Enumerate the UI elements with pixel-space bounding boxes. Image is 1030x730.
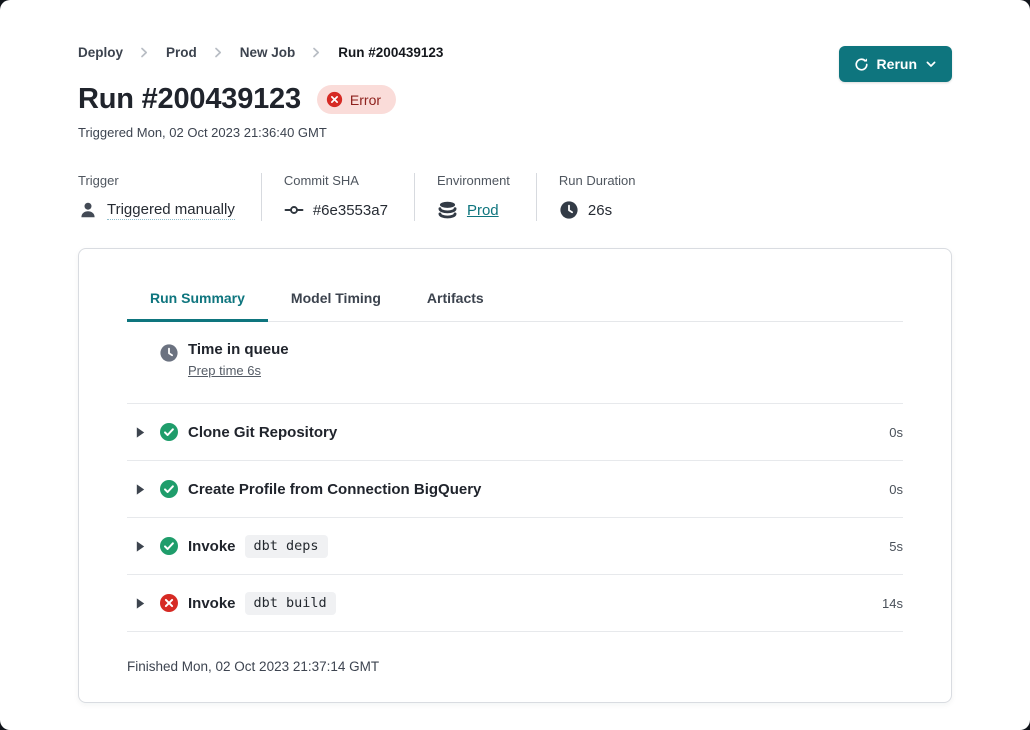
step-row-dbt-deps[interactable]: Invoke dbt deps 5s — [127, 518, 903, 575]
run-summary-card: Run Summary Model Timing Artifacts Time … — [78, 248, 952, 703]
command-chip: dbt deps — [245, 535, 328, 558]
tab-artifacts[interactable]: Artifacts — [404, 290, 507, 322]
breadcrumb-new-job[interactable]: New Job — [240, 45, 296, 60]
step-row-dbt-build[interactable]: Invoke dbt build 14s — [127, 575, 903, 632]
clock-icon — [159, 341, 179, 368]
refresh-icon — [854, 57, 869, 72]
status-badge-label: Error — [350, 92, 381, 108]
page-title: Run #200439123 — [78, 83, 301, 116]
trigger-value[interactable]: Triggered manually — [107, 201, 235, 220]
tab-run-summary[interactable]: Run Summary — [127, 290, 268, 322]
breadcrumb: Deploy Prod New Job Run #200439123 — [78, 45, 952, 60]
step-duration: 5s — [889, 539, 903, 554]
status-badge: Error — [317, 85, 396, 114]
chevron-right-icon — [312, 47, 321, 58]
step-title: Invoke — [188, 538, 236, 555]
git-commit-icon — [284, 200, 304, 220]
chevron-down-icon — [925, 58, 937, 70]
expand-caret-icon[interactable] — [135, 597, 149, 610]
success-icon — [159, 479, 179, 499]
error-circle-icon — [326, 91, 343, 108]
clock-icon — [559, 200, 579, 220]
person-icon — [78, 200, 98, 220]
expand-caret-icon[interactable] — [135, 483, 149, 496]
step-duration: 0s — [889, 482, 903, 497]
step-row-clone-git[interactable]: Clone Git Repository 0s — [127, 404, 903, 461]
chevron-right-icon — [140, 47, 149, 58]
meta-label: Commit SHA — [284, 173, 388, 188]
meta-run-duration: Run Duration 26s — [559, 173, 662, 221]
breadcrumb-prod[interactable]: Prod — [166, 45, 197, 60]
step-title: Create Profile from Connection BigQuery — [188, 481, 481, 498]
meta-commit-sha: Commit SHA #6e3553a7 — [284, 173, 415, 221]
meta-label: Environment — [437, 173, 510, 188]
rerun-button-label: Rerun — [877, 56, 917, 72]
tab-model-timing[interactable]: Model Timing — [268, 290, 404, 322]
success-icon — [159, 422, 179, 442]
meta-environment: Environment Prod — [437, 173, 537, 221]
environment-link[interactable]: Prod — [467, 202, 499, 219]
meta-trigger: Trigger Triggered manually — [78, 173, 262, 221]
run-duration-value: 26s — [588, 202, 612, 219]
step-duration: 14s — [882, 596, 903, 611]
commit-sha-value: #6e3553a7 — [313, 202, 388, 219]
meta-label: Trigger — [78, 173, 235, 188]
triggered-timestamp: Triggered Mon, 02 Oct 2023 21:36:40 GMT — [78, 125, 952, 140]
breadcrumb-current-run: Run #200439123 — [338, 45, 443, 60]
expand-caret-icon[interactable] — [135, 426, 149, 439]
step-title: Invoke — [188, 595, 236, 612]
queue-title: Time in queue — [188, 341, 289, 358]
app-window: Deploy Prod New Job Run #200439123 Run #… — [0, 0, 1030, 730]
step-title: Clone Git Repository — [188, 424, 337, 441]
finished-timestamp: Finished Mon, 02 Oct 2023 21:37:14 GMT — [127, 632, 903, 674]
prep-time-link[interactable]: Prep time 6s — [188, 363, 261, 378]
rerun-button[interactable]: Rerun — [839, 46, 952, 82]
command-chip: dbt build — [245, 592, 336, 615]
chevron-right-icon — [214, 47, 223, 58]
error-icon — [159, 593, 179, 613]
queue-row: Time in queue Prep time 6s — [127, 322, 903, 404]
meta-label: Run Duration — [559, 173, 636, 188]
breadcrumb-deploy[interactable]: Deploy — [78, 45, 123, 60]
step-duration: 0s — [889, 425, 903, 440]
step-row-create-profile[interactable]: Create Profile from Connection BigQuery … — [127, 461, 903, 518]
database-icon — [437, 200, 458, 221]
expand-caret-icon[interactable] — [135, 540, 149, 553]
success-icon — [159, 536, 179, 556]
tab-bar: Run Summary Model Timing Artifacts — [127, 290, 903, 322]
run-metadata: Trigger Triggered manually Commit SHA #6… — [78, 173, 952, 221]
